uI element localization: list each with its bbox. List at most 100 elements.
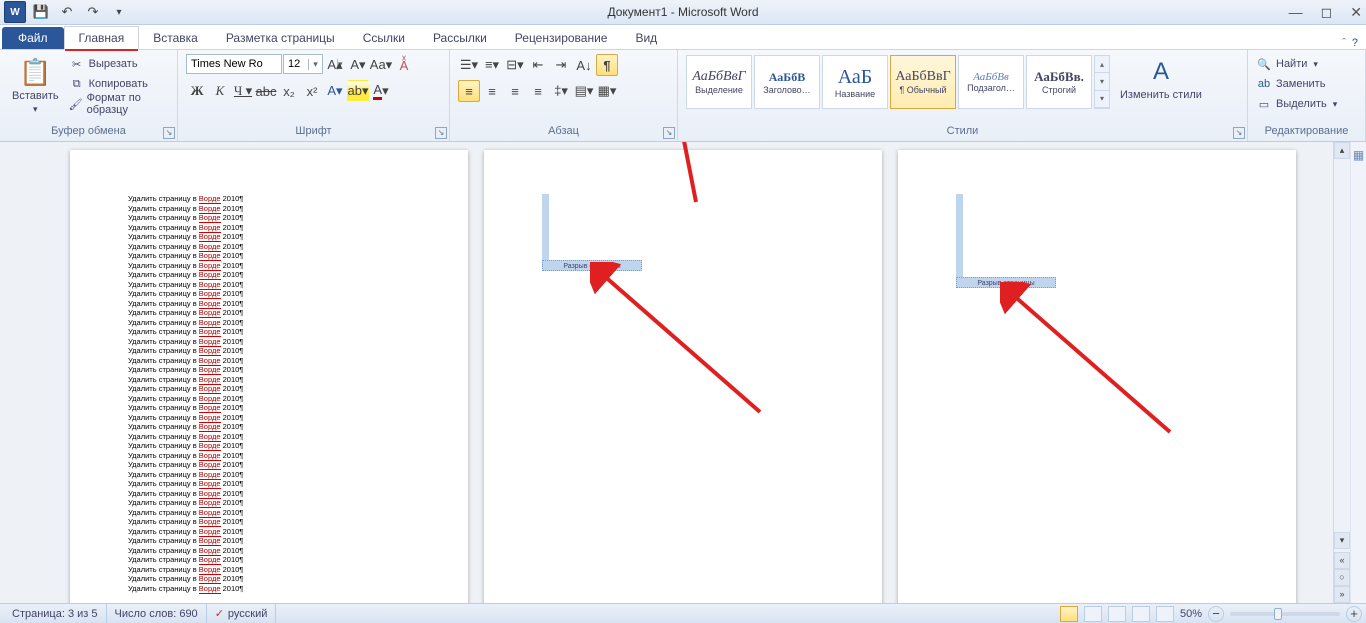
browse-next-icon[interactable]: » <box>1334 586 1350 603</box>
vertical-scrollbar[interactable]: ▴ ▾ « ○ » <box>1333 142 1350 603</box>
page-3[interactable]: Разрыв страницы <box>898 150 1296 603</box>
change-styles-label: Изменить стили <box>1120 90 1202 101</box>
tab-mailings[interactable]: Рассылки <box>419 27 501 49</box>
view-fullscreen[interactable] <box>1084 606 1102 622</box>
multilevel-icon[interactable]: ⊟▾ <box>504 54 526 76</box>
indent-icon[interactable]: ⇥ <box>550 54 572 76</box>
clipboard-launcher[interactable]: ↘ <box>163 127 175 139</box>
shrink-font-icon[interactable]: A▾ <box>347 54 369 76</box>
qat-more-icon[interactable]: ▾ <box>108 1 130 23</box>
view-print-layout[interactable] <box>1060 606 1078 622</box>
tab-layout[interactable]: Разметка страницы <box>212 27 349 49</box>
group-styles: АаБбВвГВыделение АаБбВЗаголово… АаБНазва… <box>678 50 1248 141</box>
style-normal[interactable]: АаБбВвГ¶ Обычный <box>890 55 956 109</box>
gallery-nav[interactable]: ▴▾▾ <box>1094 55 1110 109</box>
tab-home[interactable]: Главная <box>64 26 140 50</box>
align-center-icon[interactable]: ≡ <box>481 80 503 102</box>
minimize-icon[interactable]: — <box>1289 4 1303 21</box>
scroll-up-icon[interactable]: ▴ <box>1334 142 1350 159</box>
save-icon[interactable]: 💾 <box>30 1 52 23</box>
close-icon[interactable]: ✕ <box>1350 4 1362 21</box>
grow-font-icon[interactable]: A▴ <box>324 54 346 76</box>
style-heading[interactable]: АаБбВЗаголово… <box>754 55 820 109</box>
change-case-icon[interactable]: Aa▾ <box>370 54 392 76</box>
select-button[interactable]: ▭Выделить▾ <box>1256 94 1337 114</box>
ruler-toggle-icon[interactable]: ▦ <box>1353 148 1364 162</box>
clear-format-icon[interactable]: Aͯ <box>393 54 415 76</box>
line-spacing-icon[interactable]: ‡▾ <box>550 80 572 102</box>
strike-icon[interactable]: abc <box>255 80 277 102</box>
zoom-in-icon[interactable]: + <box>1346 606 1362 622</box>
tab-review[interactable]: Рецензирование <box>501 27 622 49</box>
highlight-icon[interactable]: ab▾ <box>347 80 369 102</box>
page-2[interactable]: Разрыв страницы <box>484 150 882 603</box>
copy-button[interactable]: ⧉Копировать <box>69 74 169 94</box>
subscript-icon[interactable]: x₂ <box>278 80 300 102</box>
change-styles-button[interactable]: A Изменить стили <box>1116 54 1206 103</box>
cut-button[interactable]: ✂Вырезать <box>69 54 169 74</box>
font-size-input[interactable] <box>284 58 308 70</box>
shading-icon[interactable]: ▤▾ <box>573 80 595 102</box>
tab-file[interactable]: Файл <box>2 27 64 49</box>
italic-icon[interactable]: К <box>209 80 231 102</box>
undo-icon[interactable]: ↶ <box>56 1 78 23</box>
group-label-font: Шрифт <box>186 123 441 139</box>
change-styles-icon: A <box>1145 56 1177 88</box>
word-app-icon[interactable]: W <box>4 1 26 23</box>
find-button[interactable]: 🔍Найти▾ <box>1256 54 1318 74</box>
redo-icon[interactable]: ↷ <box>82 1 104 23</box>
style-emphasis[interactable]: АаБбВвГВыделение <box>686 55 752 109</box>
tab-insert[interactable]: Вставка <box>139 27 212 49</box>
browse-object-icon[interactable]: ○ <box>1334 569 1350 586</box>
group-font: ▾ ▾ A▴ A▾ Aa▾ Aͯ Ж К Ч ▾ abc x₂ x² A▾ ab… <box>178 50 450 141</box>
underline-icon[interactable]: Ч ▾ <box>232 80 254 102</box>
tab-references[interactable]: Ссылки <box>349 27 419 49</box>
zoom-out-icon[interactable]: − <box>1208 606 1224 622</box>
style-title[interactable]: АаБНазвание <box>822 55 888 109</box>
borders-icon[interactable]: ▦▾ <box>596 80 618 102</box>
page-1[interactable]: Удалить страницу в Ворде 2010¶Удалить ст… <box>70 150 468 603</box>
quick-access-toolbar: W 💾 ↶ ↷ ▾ <box>0 1 130 23</box>
zoom-level[interactable]: 50% <box>1180 608 1202 620</box>
help-icon[interactable]: ? <box>1352 37 1358 49</box>
styles-launcher[interactable]: ↘ <box>1233 127 1245 139</box>
font-launcher[interactable]: ↘ <box>435 127 447 139</box>
brush-icon: 🖌 <box>69 96 83 112</box>
justify-icon[interactable]: ≡ <box>527 80 549 102</box>
font-size-combo[interactable]: ▾ <box>283 54 323 74</box>
superscript-icon[interactable]: x² <box>301 80 323 102</box>
bullets-icon[interactable]: ☰▾ <box>458 54 480 76</box>
status-language[interactable]: ✓русский <box>207 604 277 623</box>
group-editing: 🔍Найти▾ abЗаменить ▭Выделить▾ Редактиров… <box>1248 50 1366 141</box>
align-right-icon[interactable]: ≡ <box>504 80 526 102</box>
paragraph-launcher[interactable]: ↘ <box>663 127 675 139</box>
text-effects-icon[interactable]: A▾ <box>324 80 346 102</box>
paste-button[interactable]: 📋 Вставить ▾ <box>8 54 63 117</box>
font-color-icon[interactable]: A▾ <box>370 80 392 102</box>
zoom-slider[interactable] <box>1230 612 1340 616</box>
style-subtitle[interactable]: АаБбВвПодзагол… <box>958 55 1024 109</box>
outdent-icon[interactable]: ⇤ <box>527 54 549 76</box>
sort-icon[interactable]: A↓ <box>573 54 595 76</box>
numbering-icon[interactable]: ≡▾ <box>481 54 503 76</box>
format-painter-button[interactable]: 🖌Формат по образцу <box>69 94 169 114</box>
style-strong[interactable]: АаБбВв.Строгий <box>1026 55 1092 109</box>
ribbon: 📋 Вставить ▾ ✂Вырезать ⧉Копировать 🖌Форм… <box>0 50 1366 142</box>
bold-icon[interactable]: Ж <box>186 80 208 102</box>
minimize-ribbon-icon[interactable]: ˆ <box>1342 37 1346 49</box>
group-clipboard: 📋 Вставить ▾ ✂Вырезать ⧉Копировать 🖌Форм… <box>0 50 178 141</box>
view-outline[interactable] <box>1132 606 1150 622</box>
view-draft[interactable] <box>1156 606 1174 622</box>
scroll-down-icon[interactable]: ▾ <box>1334 532 1350 549</box>
view-web[interactable] <box>1108 606 1126 622</box>
show-marks-icon[interactable]: ¶ <box>596 54 618 76</box>
replace-button[interactable]: abЗаменить <box>1256 74 1325 94</box>
maximize-icon[interactable]: ◻ <box>1321 4 1333 21</box>
browse-prev-icon[interactable]: « <box>1334 552 1350 569</box>
scissors-icon: ✂ <box>69 56 85 72</box>
tab-view[interactable]: Вид <box>621 27 671 49</box>
status-page[interactable]: Страница: 3 из 5 <box>4 604 107 623</box>
align-left-icon[interactable]: ≡ <box>458 80 480 102</box>
status-wordcount[interactable]: Число слов: 690 <box>107 604 207 623</box>
font-name-combo[interactable]: ▾ <box>186 54 282 74</box>
